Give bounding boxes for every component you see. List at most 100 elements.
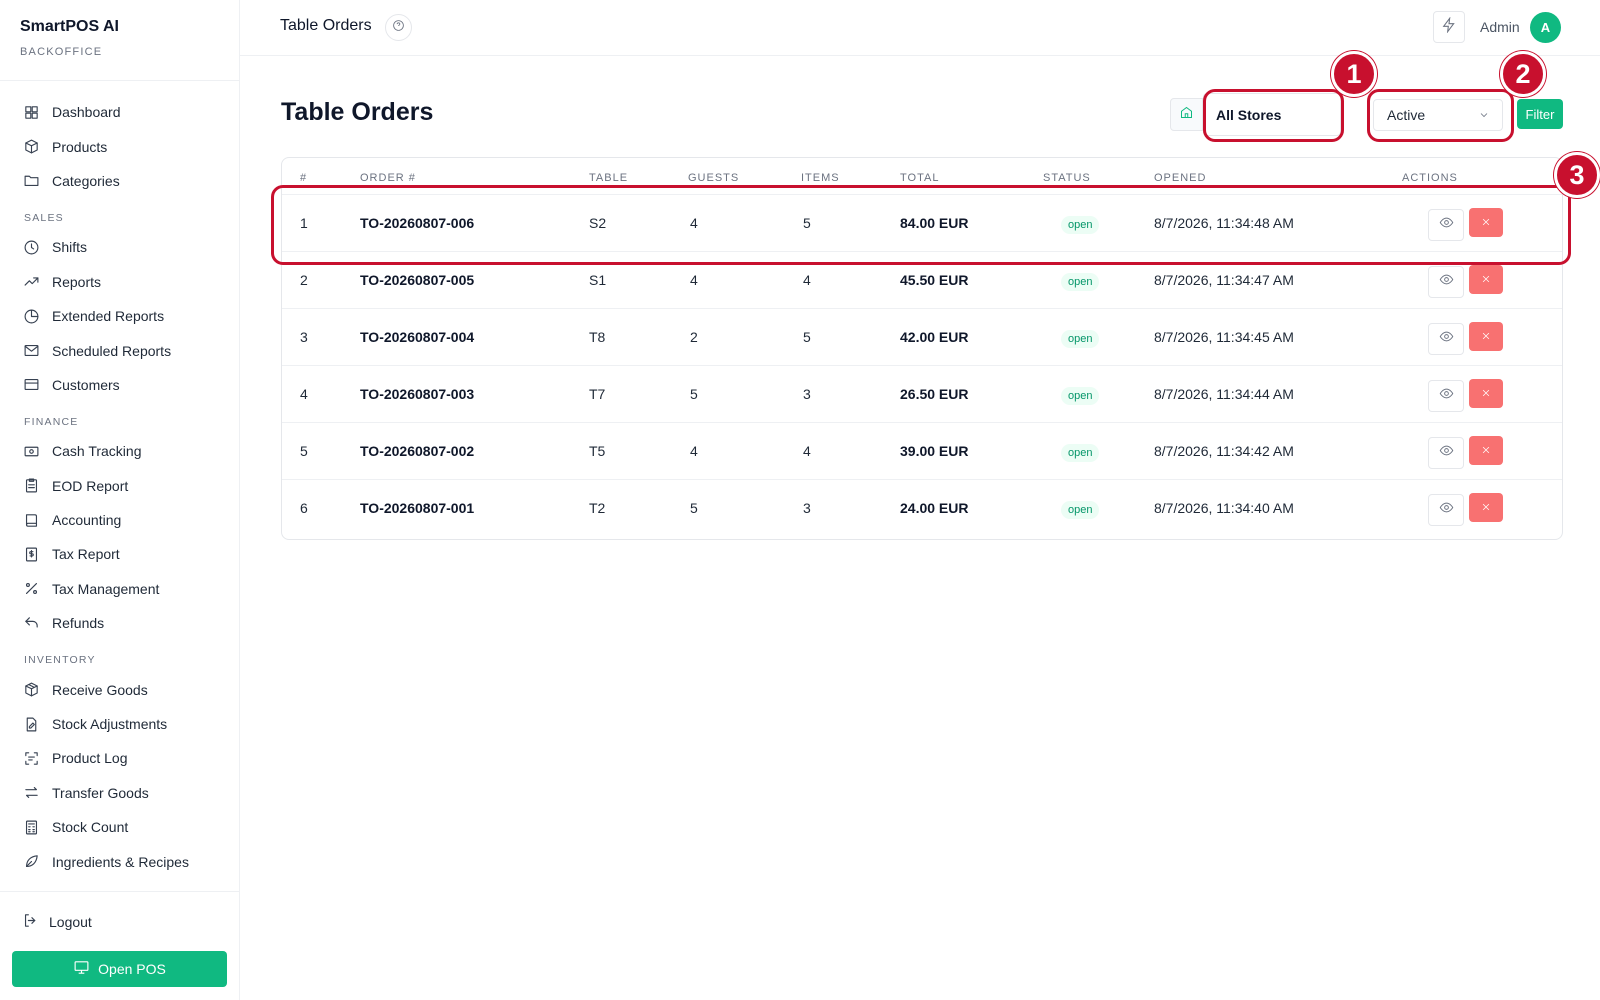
order-number: TO-20260807-005 xyxy=(360,272,475,288)
close-order-button[interactable] xyxy=(1469,493,1503,522)
sidebar-item-dashboard[interactable]: Dashboard xyxy=(0,95,239,129)
opened-timestamp: 8/7/2026, 11:34:45 AM xyxy=(1154,329,1294,345)
sidebar-item-label: Reports xyxy=(52,273,102,290)
table-name: T5 xyxy=(589,443,606,459)
sidebar-item-label: Extended Reports xyxy=(52,308,165,325)
sidebar-item-categories[interactable]: Categories xyxy=(0,164,239,198)
order-total: 84.00 EUR xyxy=(900,215,969,231)
sidebar-item-products[interactable]: Products xyxy=(0,129,239,163)
sidebar-item-transfer-goods[interactable]: Transfer Goods xyxy=(0,776,239,810)
close-order-button[interactable] xyxy=(1469,322,1503,351)
opened-timestamp: 8/7/2026, 11:34:47 AM xyxy=(1154,272,1294,288)
sidebar-item-tax-report[interactable]: Tax Report xyxy=(0,537,239,571)
view-order-button[interactable] xyxy=(1428,380,1464,412)
book-icon xyxy=(22,511,40,529)
items-count: 5 xyxy=(803,329,811,345)
sidebar-item-receive-goods[interactable]: Receive Goods xyxy=(0,672,239,706)
sidebar-item-label: Products xyxy=(52,138,108,155)
store-icon-button[interactable] xyxy=(1170,98,1203,131)
sidebar-item-ingredients-and-recipes[interactable]: Ingredients & Recipes xyxy=(0,844,239,878)
order-number: TO-20260807-002 xyxy=(360,443,475,459)
sidebar-item-customers[interactable]: Customers xyxy=(0,368,239,402)
close-icon xyxy=(1481,385,1491,403)
table-row[interactable]: 5 TO-20260807-002 T5 4 4 39.00 EUR open 8/7/202… xyxy=(282,422,1562,479)
column-header-items: ITEMS xyxy=(801,172,840,184)
annotation-marker-2: 2 xyxy=(1500,51,1546,97)
annotation-marker-1: 1 xyxy=(1331,51,1377,97)
quick-action-button[interactable] xyxy=(1433,11,1465,43)
sidebar-item-tax-management[interactable]: Tax Management xyxy=(0,572,239,606)
open-pos-button[interactable]: Open POS xyxy=(12,951,227,987)
table-row[interactable]: 1 TO-20260807-006 S2 4 5 84.00 EUR open 8/7/202… xyxy=(282,194,1562,251)
transfer-icon xyxy=(22,784,40,802)
close-order-button[interactable] xyxy=(1469,265,1503,294)
table-row[interactable]: 3 TO-20260807-004 T8 2 5 42.00 EUR open 8/7/202… xyxy=(282,308,1562,365)
view-order-button[interactable] xyxy=(1428,323,1464,355)
table-row[interactable]: 4 TO-20260807-003 T7 5 3 26.50 EUR open 8/7/202… xyxy=(282,365,1562,422)
status-badge: open xyxy=(1061,330,1100,348)
sidebar-item-extended-reports[interactable]: Extended Reports xyxy=(0,299,239,333)
sidebar-item-product-log[interactable]: Product Log xyxy=(0,741,239,775)
chevron-down-icon xyxy=(1478,108,1490,120)
order-number: TO-20260807-001 xyxy=(360,500,475,516)
dashboard-icon xyxy=(22,103,40,121)
sidebar-section-finance: FINANCE xyxy=(24,416,79,429)
order-total: 42.00 EUR xyxy=(900,329,969,345)
logout-button[interactable]: Logout xyxy=(22,912,92,932)
column-header-index: # xyxy=(300,172,308,184)
view-order-button[interactable] xyxy=(1428,209,1464,241)
sidebar-item-accounting[interactable]: Accounting xyxy=(0,503,239,537)
sidebar-item-stock-adjustments[interactable]: Stock Adjustments xyxy=(0,707,239,741)
user-name[interactable]: Admin xyxy=(1480,19,1520,35)
close-order-button[interactable] xyxy=(1469,379,1503,408)
logout-label: Logout xyxy=(49,914,92,930)
close-order-button[interactable] xyxy=(1469,208,1503,237)
dollar-doc-icon xyxy=(22,545,40,563)
table-row[interactable]: 6 TO-20260807-001 T2 5 3 24.00 EUR open 8/7/202… xyxy=(282,479,1562,536)
eye-icon xyxy=(1439,272,1454,292)
trend-icon xyxy=(22,273,40,291)
topbar-title: Table Orders xyxy=(280,17,372,34)
column-header-table: TABLE xyxy=(589,172,629,184)
sidebar-item-eod-report[interactable]: EOD Report xyxy=(0,469,239,503)
close-icon xyxy=(1481,271,1491,289)
table-header: # ORDER # TABLE GUESTS ITEMS TOTAL STATUS OPENE… xyxy=(282,158,1562,194)
sidebar-item-label: Dashboard xyxy=(52,104,121,121)
sidebar-divider xyxy=(0,891,239,892)
view-order-button[interactable] xyxy=(1428,437,1464,469)
order-total: 45.50 EUR xyxy=(900,272,969,288)
filter-button[interactable]: Filter xyxy=(1517,99,1563,129)
sidebar-item-label: Shifts xyxy=(52,239,88,256)
close-icon xyxy=(1481,499,1491,517)
row-number: 3 xyxy=(300,329,308,345)
page-title: Table Orders xyxy=(281,98,434,126)
sidebar-item-label: Customers xyxy=(52,376,120,393)
avatar[interactable]: A xyxy=(1530,12,1561,43)
close-icon xyxy=(1481,214,1491,232)
scan-icon xyxy=(22,749,40,767)
view-order-button[interactable] xyxy=(1428,494,1464,526)
sidebar-item-refunds[interactable]: Refunds xyxy=(0,606,239,640)
sidebar-item-shifts[interactable]: Shifts xyxy=(0,230,239,264)
close-order-button[interactable] xyxy=(1469,436,1503,465)
eye-icon xyxy=(1439,215,1454,235)
folder-icon xyxy=(22,172,40,190)
view-order-button[interactable] xyxy=(1428,266,1464,298)
status-filter-select[interactable]: Active xyxy=(1373,99,1503,131)
topbar: Table Orders Admin A xyxy=(240,0,1600,56)
sidebar-item-label: Refunds xyxy=(52,615,105,632)
table-row[interactable]: 2 TO-20260807-005 S1 4 4 45.50 EUR open 8/7/202… xyxy=(282,251,1562,308)
percent-icon xyxy=(22,580,40,598)
sidebar-item-label: Transfer Goods xyxy=(52,784,149,801)
store-filter-select[interactable]: All Stores xyxy=(1203,93,1341,136)
sidebar-item-reports[interactable]: Reports xyxy=(0,265,239,299)
help-button[interactable] xyxy=(385,14,412,41)
leaf-icon xyxy=(22,853,40,871)
eye-icon xyxy=(1439,443,1454,463)
annotation-marker-3: 3 xyxy=(1554,152,1600,198)
sidebar-item-cash-tracking[interactable]: Cash Tracking xyxy=(0,434,239,468)
table-name: T2 xyxy=(589,500,606,516)
sidebar-item-stock-count[interactable]: Stock Count xyxy=(0,810,239,844)
sidebar-item-scheduled-reports[interactable]: Scheduled Reports xyxy=(0,333,239,367)
brand: SmartPOS AI BACKOFFICE xyxy=(0,0,239,81)
